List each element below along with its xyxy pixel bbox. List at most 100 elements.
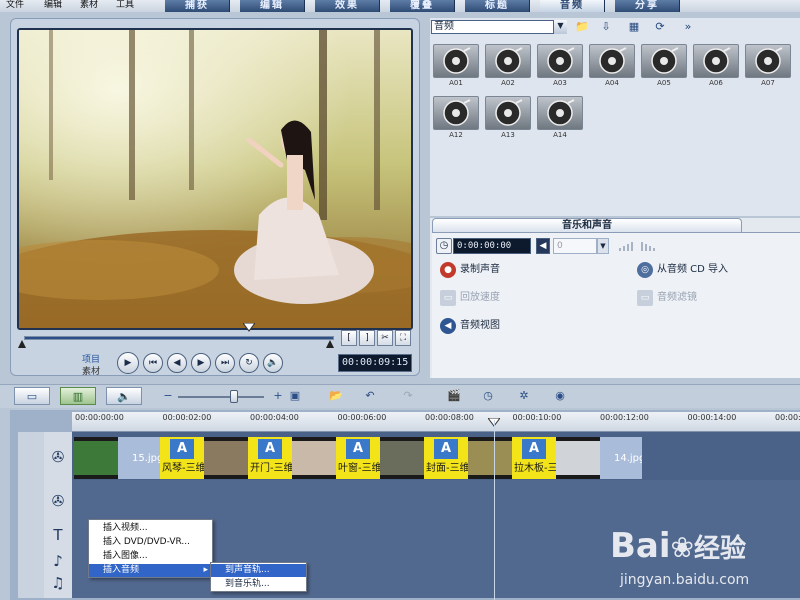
library-audio-thumbnail[interactable]: A02 [485,44,531,90]
music-track-icon[interactable]: ♫ [44,568,72,598]
insert-media-icon[interactable]: 📂 [326,387,346,405]
scrub-track[interactable] [24,336,334,340]
tab-share[interactable]: 分享 [615,0,680,12]
library-audio-thumbnail[interactable]: A04 [589,44,635,90]
library-audio-thumbnail[interactable]: A13 [485,96,531,142]
video-clip-thumbnail[interactable] [74,437,118,479]
library-audio-thumbnail[interactable]: A06 [693,44,739,90]
mark-out-button[interactable]: ] [359,330,375,346]
track-icon-column: ✇ ✇ T ♪ ♫ [44,432,72,598]
tab-overlay[interactable]: 覆叠 [390,0,455,12]
menu-insert-dvd[interactable]: 插入 DVD/DVD-VR... [89,536,212,549]
tab-capture[interactable]: 捕获 [165,0,230,12]
volume-button[interactable]: 🔈 [263,353,283,373]
storyboard-view-icon[interactable]: ▭ [14,387,50,405]
transition-clip[interactable]: A 拉木板-三维 [512,437,556,479]
video-track-icon[interactable]: ✇ [44,442,72,472]
library-audio-thumbnail[interactable]: A12 [433,96,479,142]
thumbnail-label: A06 [709,79,723,87]
tab-audio[interactable]: 音频 [540,0,605,12]
fade-in-icon[interactable] [618,240,634,252]
disc-icon[interactable]: ◉ [550,387,570,405]
menu-insert-video[interactable]: 插入视频... [89,522,212,535]
end-button[interactable]: ⏭ [215,353,235,373]
preview-trim-marker[interactable] [242,322,256,332]
video-clip-thumbnail[interactable] [556,437,600,479]
expand-icon[interactable]: » [680,19,696,35]
mode-clip[interactable]: 素材 [82,364,100,377]
mark-in-button[interactable]: [ [341,330,357,346]
library-audio-thumbnail[interactable]: A01 [433,44,479,90]
smartscene-icon[interactable]: 🎬 [444,387,464,405]
zoom-slider-track[interactable] [178,396,264,398]
volume-field[interactable]: 0 [553,238,597,254]
menu-insert-audio[interactable]: 插入音频 ▸ [89,564,212,577]
duration-field[interactable]: 0:00:00:00 [453,238,531,254]
watermark-url: jingyan.baidu.com [620,572,750,588]
image-clip[interactable]: 14.jpg [600,437,642,479]
menu-edit[interactable]: 编辑 [44,0,62,10]
previous-frame-button[interactable]: ◀ [167,353,187,373]
trim-end-handle[interactable] [326,340,334,348]
zoom-out-icon[interactable]: − [162,387,174,405]
import-icon[interactable]: ⇩ [598,19,614,35]
cut-button[interactable]: ✂ [377,330,393,346]
transition-clip[interactable]: A 开门-三维 [248,437,292,479]
video-clip-thumbnail[interactable] [292,437,336,479]
play-button[interactable]: ▶ [117,352,139,374]
menu-to-voice-track[interactable]: 到声音轨... [211,564,306,577]
video-clip-thumbnail[interactable] [204,437,248,479]
timecode-display[interactable]: 00:00:09:15 [338,354,412,372]
image-clip[interactable]: 15.jpg [118,437,160,479]
repeat-button[interactable]: ↻ [239,353,259,373]
clip-label: 封面-三维 [426,463,468,474]
clip-label: 14.jpg [614,453,642,464]
audio-clip-icon [537,44,583,78]
next-frame-button[interactable]: ▶ [191,353,211,373]
home-button[interactable]: ⏮ [143,353,163,373]
options-tab-music-voice[interactable]: 音乐和声音 [432,218,742,232]
timeline-view-icon[interactable]: ▥ [60,387,96,405]
library-audio-thumbnail[interactable]: A05 [641,44,687,90]
video-clip-thumbnail[interactable] [380,437,424,479]
transition-clip[interactable]: A 叶窗-三维 [336,437,380,479]
trim-start-handle[interactable] [18,340,26,348]
multi-trim-icon[interactable]: ✲ [514,387,534,405]
ruler-tick-label: 00:00:06:00 [337,413,387,422]
preview-scrub-bar[interactable] [24,333,334,343]
zoom-slider-thumb[interactable] [230,390,238,403]
zoom-in-icon[interactable]: + [272,387,284,405]
tab-effect[interactable]: 效果 [315,0,380,12]
library-audio-thumbnail[interactable]: A07 [745,44,791,90]
tab-edit[interactable]: 编辑 [240,0,305,12]
audio-view-icon[interactable]: 🔈 [106,387,142,405]
library-audio-thumbnail[interactable]: A14 [537,96,583,142]
library-manager-icon[interactable]: ▦ [626,19,642,35]
menu-file[interactable]: 文件 [6,0,24,10]
chevron-down-icon[interactable]: ▼ [553,20,567,34]
speaker-icon[interactable]: ◀ [536,238,550,254]
transition-clip[interactable]: A 风琴-三维 [160,437,204,479]
fullscreen-button[interactable]: ⛶ [395,330,411,346]
folder-open-icon[interactable]: 📁 [574,19,590,35]
sort-icon[interactable]: ⟳ [652,19,668,35]
tab-title[interactable]: 标题 [465,0,530,12]
fade-out-icon[interactable] [640,240,656,252]
overlay-track-icon[interactable]: ✇ [44,486,72,516]
transition-ab-icon: A [258,439,282,459]
menu-clip[interactable]: 素材 [80,0,98,10]
menu-tools[interactable]: 工具 [116,0,134,10]
fit-project-icon[interactable]: ▣ [288,387,302,405]
redo-icon[interactable]: ↷ [398,387,418,405]
library-category-select[interactable]: 音频 [431,20,567,34]
menu-to-music-track[interactable]: 到音乐轨... [211,578,306,591]
undo-icon[interactable]: ↶ [360,387,380,405]
thumbnail-label: A02 [501,79,515,87]
submenu-arrow-icon: ▸ [203,565,208,575]
menu-insert-image[interactable]: 插入图像... [89,550,212,563]
clock-timeline-icon[interactable]: ◷ [478,387,498,405]
volume-dropdown-icon[interactable]: ▼ [597,238,609,254]
library-audio-thumbnail[interactable]: A03 [537,44,583,90]
transition-clip[interactable]: A 封面-三维 [424,437,468,479]
video-clip-thumbnail[interactable] [468,437,512,479]
